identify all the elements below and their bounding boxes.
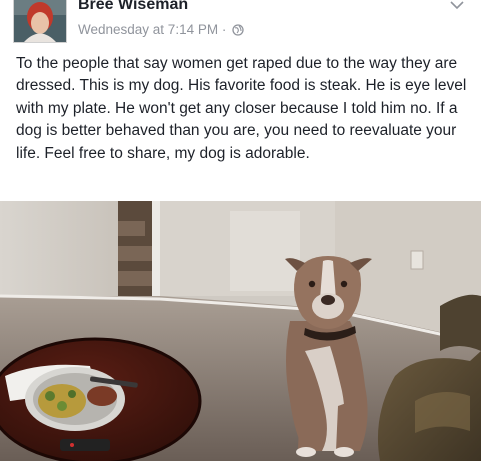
post-timestamp[interactable]: Wednesday at 7:14 PM (78, 22, 218, 37)
post-text: To the people that say women get raped d… (16, 55, 467, 162)
author-avatar[interactable] (13, 0, 67, 43)
post-photo-dog[interactable] (0, 201, 481, 461)
post-meta: Wednesday at 7:14 PM · (78, 22, 244, 39)
author-name[interactable]: Bree Wiseman (78, 0, 188, 14)
facebook-post: Bree Wiseman Wednesday at 7:14 PM · To t… (0, 0, 481, 461)
meta-separator: · (221, 22, 227, 37)
chevron-down-icon[interactable] (449, 0, 465, 10)
post-header: Bree Wiseman Wednesday at 7:14 PM · (0, 0, 481, 50)
globe-icon (232, 24, 244, 39)
